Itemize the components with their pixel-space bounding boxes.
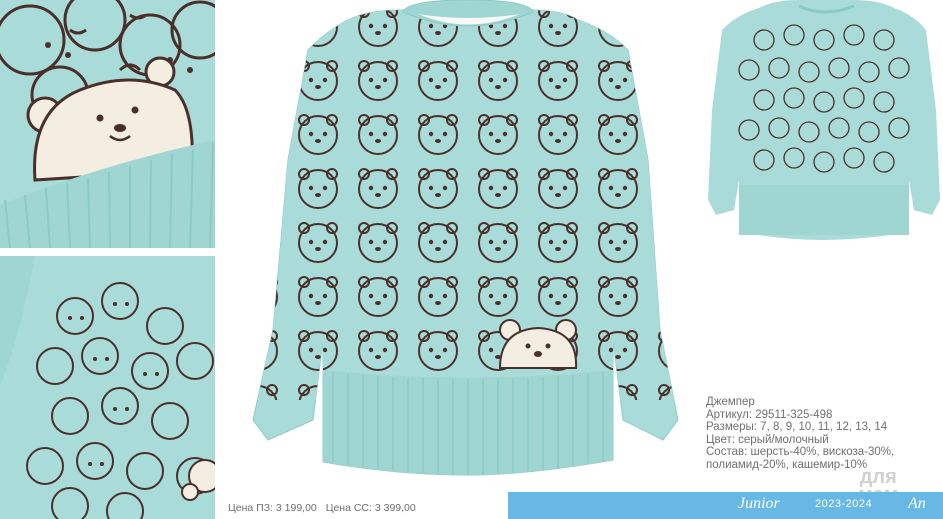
back-view-photo xyxy=(704,0,943,245)
product-info: Джемпер Артикул: 29511-325-498 Размеры: … xyxy=(706,396,938,472)
hem-rib xyxy=(323,370,613,475)
price-ss: Цена СС: 3 399,00 xyxy=(325,502,416,514)
product-composition-line1: Состав: шерсть-40%, вискоза-30%, xyxy=(706,446,895,459)
price-pz: Цена ПЗ: 3 199,00 xyxy=(228,502,317,514)
product-name: Джемпер xyxy=(706,396,755,408)
detail-photo-bear-closeup xyxy=(0,0,215,248)
detail-photo-folded-knit xyxy=(0,256,215,519)
product-article: Артикул: 29511-325-498 xyxy=(706,408,833,421)
polar-bear-motif xyxy=(498,319,578,369)
footer-bar: Junior 2023-2024 An xyxy=(508,492,943,519)
product-sizes: Размеры: 7, 8, 9, 10, 11, 12, 13, 14 xyxy=(706,421,888,434)
price-line: Цена ПЗ: 3 199,00 Цена СС: 3 399,00 xyxy=(228,498,508,519)
season-label: 2023-2024 xyxy=(815,498,873,510)
product-composition-line2: полиамид-20%, кашемир-10% xyxy=(706,458,868,471)
brand-trail-label: An xyxy=(908,495,926,512)
product-color: Цвет: серый/молочный xyxy=(706,433,829,446)
main-product-photo xyxy=(228,0,704,488)
brand-label: Junior xyxy=(738,495,780,512)
